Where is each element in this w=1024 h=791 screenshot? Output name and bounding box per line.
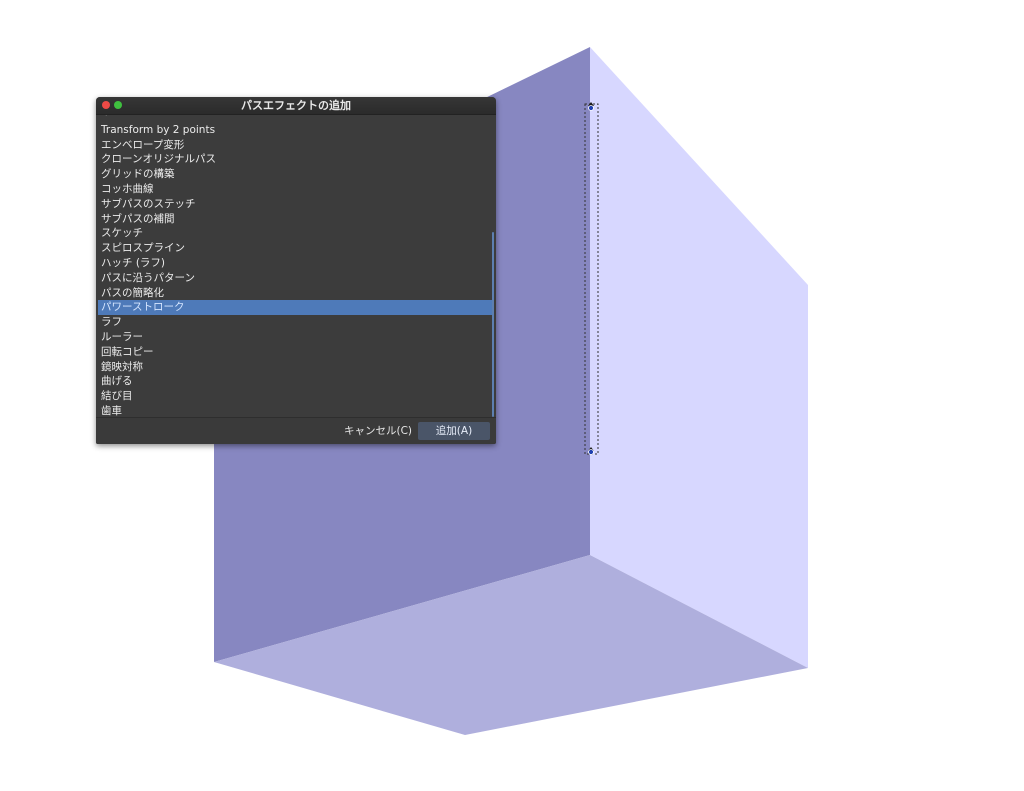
effect-list[interactable]: ・ Transform by 2 points エンベロープ変形 クローンオリジナルパ… (98, 115, 492, 417)
effect-list-item[interactable]: Transform by 2 points (98, 123, 492, 138)
effect-list-item[interactable]: エンベロープ変形 (98, 138, 492, 153)
add-path-effect-dialog: パスエフェクトの追加 ・ Transform by 2 points エンベロープ変… (96, 97, 496, 444)
effect-list-item[interactable]: グリッドの構築 (98, 167, 492, 182)
effect-list-item[interactable]: サブパスのステッチ (98, 197, 492, 212)
effect-list-item[interactable]: スケッチ (98, 226, 492, 241)
dialog-title: パスエフェクトの追加 (241, 99, 351, 112)
effect-list-item[interactable]: ハッチ (ラフ) (98, 256, 492, 271)
effect-list-item[interactable]: 曲げる (98, 374, 492, 389)
effect-list-item[interactable]: パワーストローク (98, 300, 492, 316)
effect-list-item[interactable]: パスに沿うパターン (98, 271, 492, 286)
effect-list-item[interactable]: ラフ (98, 315, 492, 330)
effect-list-item[interactable]: 回転コピー (98, 345, 492, 360)
effect-list-item[interactable]: コッホ曲線 (98, 182, 492, 197)
add-button[interactable]: 追加(A) (418, 422, 490, 440)
effect-list-item[interactable]: 鏡映対称 (98, 360, 492, 375)
cancel-button[interactable]: キャンセル(C) (340, 422, 416, 440)
effect-list-item[interactable]: 結び目 (98, 389, 492, 404)
effect-list-item[interactable]: ルーラー (98, 330, 492, 345)
dialog-button-bar: キャンセル(C) 追加(A) (96, 417, 496, 444)
effect-list-item[interactable]: サブパスの補間 (98, 212, 492, 227)
effect-list-item[interactable]: パスの簡略化 (98, 286, 492, 301)
effect-list-item[interactable]: スピロスプライン (98, 241, 492, 256)
effect-list-container[interactable]: ・ Transform by 2 points エンベロープ変形 クローンオリジナルパ… (96, 115, 496, 417)
effect-list-item[interactable]: クローンオリジナルパス (98, 152, 492, 167)
dialog-titlebar[interactable]: パスエフェクトの追加 (96, 97, 496, 115)
scrollbar-thumb[interactable] (492, 232, 494, 417)
effect-list-scrollbar[interactable] (491, 115, 494, 417)
effect-list-item[interactable]: 歯車 (98, 404, 492, 417)
effect-list-item[interactable]: ・ (98, 115, 492, 123)
